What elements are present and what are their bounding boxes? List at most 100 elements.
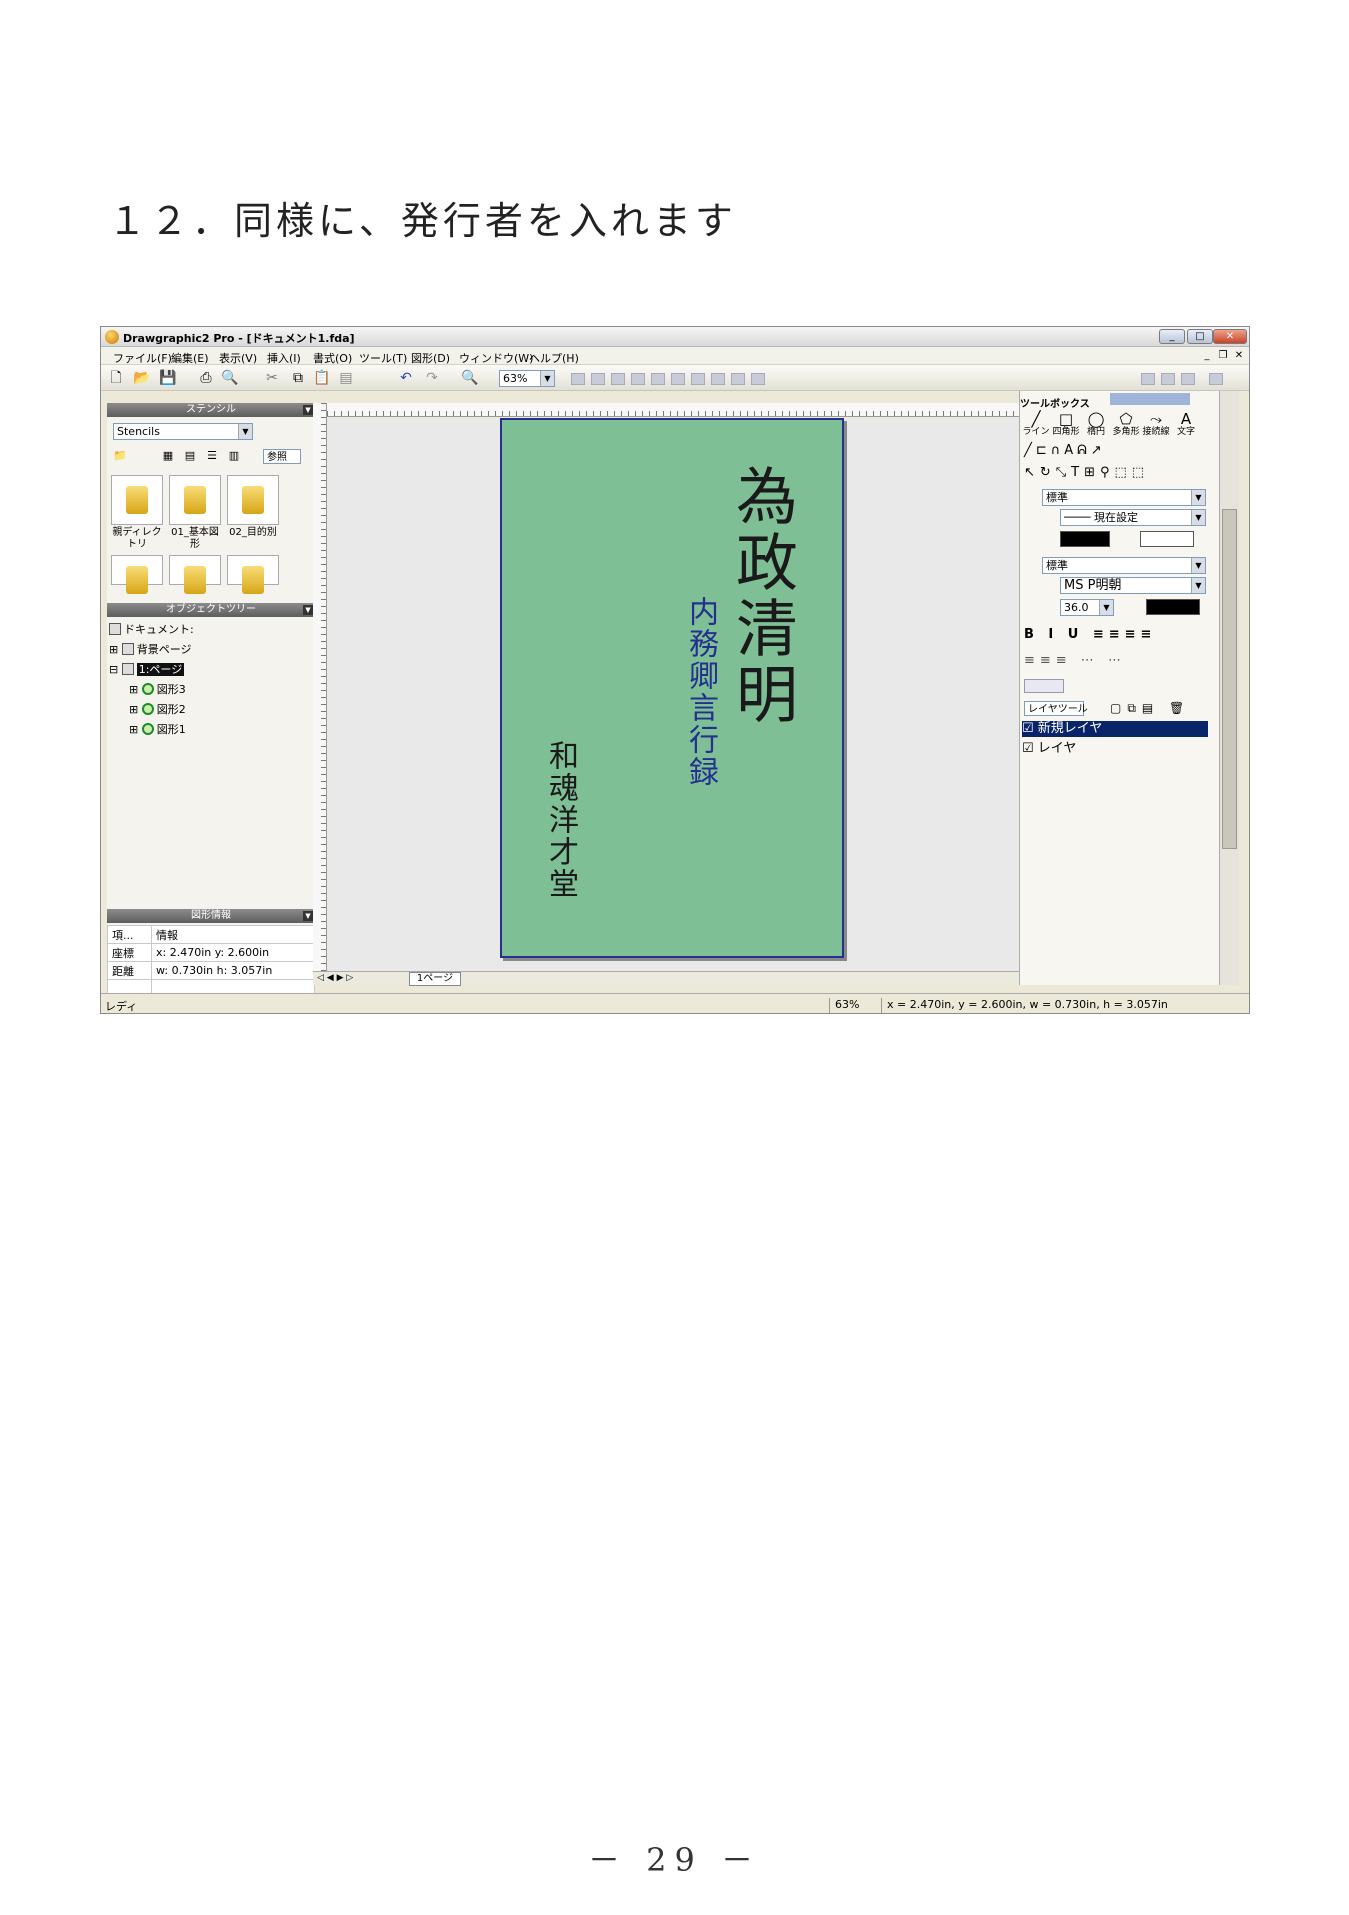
panel-menu-icon[interactable]: ▼ xyxy=(303,405,313,415)
status-divider xyxy=(881,998,882,1013)
chevron-down-icon: ▼ xyxy=(1191,558,1205,573)
text-color-swatch[interactable] xyxy=(1146,599,1200,615)
ellipse-tool[interactable]: ◯ 楕円 xyxy=(1082,411,1110,437)
stencil-item[interactable] xyxy=(169,475,221,525)
polygon-tool[interactable]: ⬠ 多角形 xyxy=(1112,411,1140,437)
format-paint-icon[interactable]: ▤ xyxy=(337,369,355,387)
menu-tools[interactable]: ツール(T) xyxy=(359,350,407,366)
tree-page[interactable]: ⊟ 1:ページ xyxy=(109,661,185,677)
subtitle-text[interactable]: 内務卿言行録 xyxy=(678,596,722,788)
stencil-item[interactable] xyxy=(111,475,163,525)
vertical-scrollbar[interactable] xyxy=(1219,391,1239,985)
menu-insert[interactable]: 挿入(I) xyxy=(267,350,301,366)
connector-tool[interactable]: ⤳ 接続線 xyxy=(1142,411,1170,437)
paragraph-icons[interactable]: ≡≡≡ ⋯ ⋯ xyxy=(1024,653,1126,668)
group-icon[interactable] xyxy=(651,373,665,385)
mdi-restore-icon[interactable]: ❐ xyxy=(1217,350,1229,362)
scroll-thumb[interactable] xyxy=(1222,509,1237,849)
menu-format[interactable]: 書式(O) xyxy=(313,350,352,366)
line-setting-select[interactable]: ──── 現在設定 ▼ xyxy=(1060,509,1206,526)
font-size-select[interactable]: 36.0 ▼ xyxy=(1060,599,1114,616)
font-select[interactable]: MS P明朝 ▼ xyxy=(1060,577,1206,594)
copy-icon[interactable]: ⧉ xyxy=(289,369,307,387)
pointer-icon[interactable] xyxy=(1209,373,1223,385)
text-format-icons[interactable]: B I U ≡≡≡≡ xyxy=(1024,627,1156,642)
layer-item[interactable]: ☑ 新規レイヤ xyxy=(1022,721,1208,737)
title-text[interactable]: 為政清明 xyxy=(716,464,806,728)
tree-shape[interactable]: ⊞ 図形3 xyxy=(129,681,186,697)
text-style-select[interactable]: 標準 ▼ xyxy=(1042,557,1206,574)
order-icon[interactable] xyxy=(731,373,745,385)
layer-menu[interactable]: レイヤツール xyxy=(1024,701,1088,716)
print-icon[interactable]: ⎙ xyxy=(197,369,215,387)
guide-icon[interactable] xyxy=(1161,373,1175,385)
browse-button[interactable]: 参照 xyxy=(263,449,301,464)
tree-background-page[interactable]: ⊞ 背景ページ xyxy=(109,641,192,657)
paste-icon[interactable]: 📋 xyxy=(313,369,331,387)
close-button[interactable]: ✕ xyxy=(1213,329,1247,344)
save-icon[interactable]: 💾 xyxy=(159,369,177,387)
page-tab[interactable]: 1ページ xyxy=(409,972,461,986)
menu-file[interactable]: ファイル(F) xyxy=(113,350,172,366)
minimize-button[interactable]: _ xyxy=(1159,329,1185,344)
view-icon[interactable]: ▤ xyxy=(181,447,199,465)
rectangle-tool[interactable]: □ 四角形 xyxy=(1052,411,1080,437)
fill-color-swatch[interactable] xyxy=(1140,531,1194,547)
panel-menu-icon[interactable]: ▼ xyxy=(303,605,313,615)
select-tools-icon[interactable]: ↖↻⤡T⊞⚲⬚⬚ xyxy=(1024,465,1149,480)
stencil-item[interactable] xyxy=(111,555,163,594)
new-icon[interactable]: 🗋 xyxy=(107,369,125,387)
stencil-select[interactable]: Stencils ▼ xyxy=(113,423,253,440)
order-icon[interactable] xyxy=(751,373,765,385)
cut-icon[interactable]: ✂ xyxy=(263,369,281,387)
layer-actions-icons[interactable]: ▢⧉▤ 🗑 xyxy=(1110,701,1190,716)
mdi-minimize-icon[interactable]: _ xyxy=(1201,350,1213,362)
undo-icon[interactable]: ↶ xyxy=(397,369,415,387)
menu-shape[interactable]: 図形(D) xyxy=(411,350,450,366)
maximize-button[interactable]: □ xyxy=(1187,329,1213,344)
horizontal-scrollbar[interactable]: ◁ ◀ ▶ ▷ 1ページ xyxy=(313,971,1019,986)
align-icon[interactable] xyxy=(571,373,585,385)
line-color-swatch[interactable] xyxy=(1060,531,1110,547)
mdi-close-icon[interactable]: ✕ xyxy=(1233,350,1245,362)
view-icon[interactable]: ▥ xyxy=(225,447,243,465)
view-icon[interactable]: ☰ xyxy=(203,447,221,465)
flip-icon[interactable] xyxy=(691,373,705,385)
rotate-icon[interactable] xyxy=(671,373,685,385)
menu-edit[interactable]: 編集(E) xyxy=(171,350,209,366)
redo-icon[interactable]: ↷ xyxy=(423,369,441,387)
line-style-select[interactable]: 標準 ▼ xyxy=(1042,489,1206,506)
layer-tab[interactable] xyxy=(1024,679,1064,693)
grid-icon[interactable] xyxy=(1141,373,1155,385)
view-icon[interactable]: ▦ xyxy=(159,447,177,465)
tree-root[interactable]: ドキュメント: xyxy=(109,621,194,637)
folder-icon[interactable]: 📁 xyxy=(111,447,129,465)
align-icon[interactable] xyxy=(611,373,625,385)
toolbox-controls[interactable] xyxy=(1110,393,1190,405)
draw-tools-icon[interactable]: ╱⊏∩Aᕱ↗ xyxy=(1024,443,1106,458)
menu-view[interactable]: 表示(V) xyxy=(219,350,257,366)
text-tool[interactable]: A 文字 xyxy=(1172,411,1200,437)
open-folder-icon[interactable]: 📂 xyxy=(133,369,151,387)
page-nav-icon[interactable]: ◁ ◀ ▶ ▷ xyxy=(317,973,353,983)
menu-help[interactable]: ヘルプ(H) xyxy=(529,350,579,366)
layer-item[interactable]: ☑ レイヤ xyxy=(1022,741,1208,757)
order-icon[interactable] xyxy=(711,373,725,385)
zoom-icon[interactable]: 🔍 xyxy=(461,369,479,387)
tree-shape[interactable]: ⊞ 図形1 xyxy=(129,721,186,737)
menu-window[interactable]: ウィンドウ(W) xyxy=(459,350,533,366)
print-preview-icon[interactable]: 🔍 xyxy=(221,369,239,387)
drawing-canvas[interactable]: 為政清明 内務卿言行録 和魂洋才堂 xyxy=(328,418,1019,971)
tree-shape[interactable]: ⊞ 図形2 xyxy=(129,701,186,717)
snap-icon[interactable] xyxy=(1181,373,1195,385)
panel-menu-icon[interactable]: ▼ xyxy=(303,911,313,921)
zoom-select[interactable]: 63% ▼ xyxy=(499,370,555,387)
publisher-text[interactable]: 和魂洋才堂 xyxy=(538,740,582,900)
stencil-item[interactable] xyxy=(227,475,279,525)
stencil-item[interactable] xyxy=(227,555,279,594)
align-icon[interactable] xyxy=(631,373,645,385)
document-page[interactable]: 為政清明 内務卿言行録 和魂洋才堂 xyxy=(500,418,844,958)
stencil-item[interactable] xyxy=(169,555,221,594)
align-icon[interactable] xyxy=(591,373,605,385)
line-tool[interactable]: ╱ ライン xyxy=(1022,411,1050,437)
